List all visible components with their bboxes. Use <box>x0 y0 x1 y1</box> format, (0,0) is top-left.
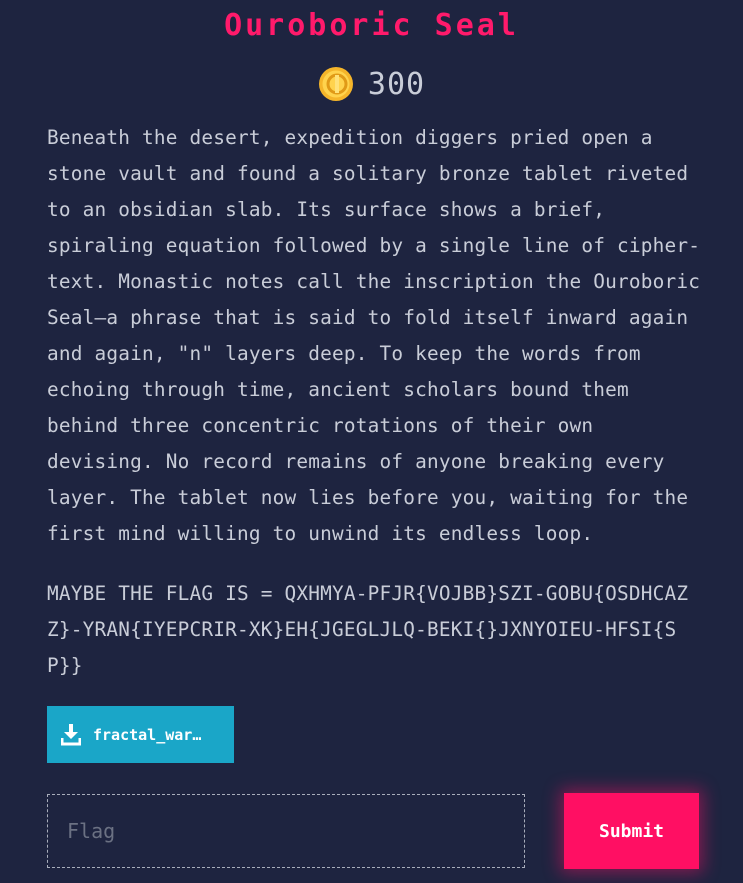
points-row: 300 <box>0 64 743 104</box>
submit-button[interactable]: Submit <box>564 793 699 869</box>
challenge-title: Ouroboric Seal <box>224 8 519 43</box>
flag-input[interactable] <box>47 794 525 868</box>
download-file-label: fractal_war… <box>93 725 202 744</box>
challenge-description: Beneath the desert, expedition diggers p… <box>47 126 701 545</box>
coin-icon <box>318 67 353 101</box>
challenge-points: 300 <box>367 66 426 102</box>
download-file-button[interactable]: fractal_war… <box>47 706 234 763</box>
challenge-modal: Ouroboric Seal 300 Beneath the desert, e… <box>0 0 743 883</box>
flag-hint-text: MAYBE THE FLAG IS = QXHMYA-PFJR{VOJBB}SZ… <box>47 582 689 677</box>
download-icon <box>61 723 81 745</box>
